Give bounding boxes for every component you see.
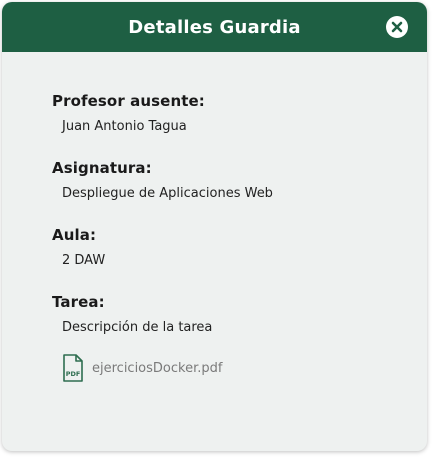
field-asignatura: Asignatura: Despliegue de Aplicaciones W… [52,159,427,201]
tarea-label: Tarea: [52,293,105,311]
asignatura-value: Despliegue de Aplicaciones Web [62,186,273,201]
asignatura-label: Asignatura: [52,159,152,177]
profesor-label: Profesor ausente: [52,92,205,110]
dialog-body: Profesor ausente: Juan Antonio Tagua Asi… [2,52,427,382]
tarea-value: Descripción de la tarea [62,320,213,335]
field-profesor: Profesor ausente: Juan Antonio Tagua [52,92,427,134]
pdf-file-icon: PDF [63,354,83,382]
dialog-header: Detalles Guardia [2,2,427,52]
guardia-details-dialog: Detalles Guardia Profesor ausente: Juan … [2,2,427,451]
attachment-filename: ejerciciosDocker.pdf [92,360,223,376]
field-tarea: Tarea: Descripción de la tarea [52,293,427,335]
aula-label: Aula: [52,226,97,244]
field-aula: Aula: 2 DAW [52,226,427,268]
close-button[interactable] [385,15,409,39]
profesor-value: Juan Antonio Tagua [62,119,187,134]
aula-value: 2 DAW [62,253,106,268]
close-circle-icon [386,16,408,38]
attachment-link[interactable]: PDF ejerciciosDocker.pdf [62,354,427,382]
pdf-icon-text: PDF [66,370,81,378]
dialog-title: Detalles Guardia [128,16,301,38]
